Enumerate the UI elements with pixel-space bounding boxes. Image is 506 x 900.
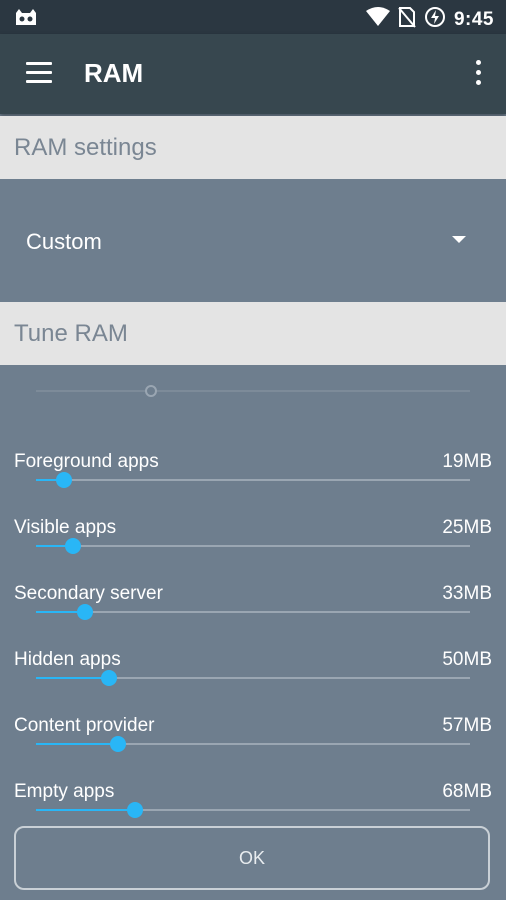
ram-slider-thumb[interactable] bbox=[77, 604, 93, 620]
ram-slider-row: Foreground apps 19MB bbox=[0, 451, 506, 517]
tune-ram-header-label: Tune RAM bbox=[14, 320, 128, 347]
ok-button[interactable]: OK bbox=[14, 826, 490, 890]
ram-preset-selected-value: Custom bbox=[26, 229, 102, 254]
dropdown-arrow-icon bbox=[452, 236, 466, 243]
tune-ram-preset-slider[interactable] bbox=[36, 382, 470, 400]
ram-slider-row: Secondary server 33MB bbox=[0, 583, 506, 649]
ram-slider[interactable] bbox=[36, 799, 470, 821]
ram-slider-row: Hidden apps 50MB bbox=[0, 649, 506, 715]
ram-slider-thumb[interactable] bbox=[56, 472, 72, 488]
wifi-icon bbox=[365, 7, 390, 32]
ram-settings-header: RAM settings bbox=[0, 116, 506, 179]
preset-slider-thumb[interactable] bbox=[145, 385, 157, 397]
battery-saver-icon bbox=[424, 6, 446, 33]
ram-slider-row: Content provider 57MB bbox=[0, 715, 506, 781]
ram-slider[interactable] bbox=[36, 601, 470, 623]
ram-slider-track bbox=[36, 611, 470, 613]
hamburger-menu-icon[interactable] bbox=[26, 62, 52, 84]
ram-slider-thumb[interactable] bbox=[101, 670, 117, 686]
status-bar: 9:45 bbox=[0, 0, 506, 34]
ram-preset-dropdown[interactable]: Custom bbox=[0, 179, 506, 301]
ram-slider[interactable] bbox=[36, 535, 470, 557]
overflow-menu-icon[interactable] bbox=[472, 60, 484, 90]
page-title: RAM bbox=[84, 58, 144, 88]
ram-settings-header-label: RAM settings bbox=[14, 134, 157, 161]
ram-slider[interactable] bbox=[36, 667, 470, 689]
tune-ram-header: Tune RAM bbox=[0, 302, 506, 365]
ram-slider-fill bbox=[36, 743, 118, 745]
ram-slider-thumb[interactable] bbox=[65, 538, 81, 554]
app-bar: RAM bbox=[0, 34, 506, 114]
ram-slider-track bbox=[36, 545, 470, 547]
preset-slider-track bbox=[36, 390, 470, 392]
ram-slider[interactable] bbox=[36, 733, 470, 755]
ram-slider-thumb[interactable] bbox=[127, 802, 143, 818]
ram-slider[interactable] bbox=[36, 469, 470, 491]
ram-slider-fill bbox=[36, 809, 135, 811]
clock: 9:45 bbox=[453, 8, 494, 30]
ram-slider-fill bbox=[36, 677, 109, 679]
ram-slider-track bbox=[36, 479, 470, 481]
ram-slider-row: Visible apps 25MB bbox=[0, 517, 506, 583]
no-sim-icon bbox=[398, 6, 416, 33]
ram-slider-thumb[interactable] bbox=[110, 736, 126, 752]
cyanogen-mascot-icon bbox=[14, 7, 38, 32]
